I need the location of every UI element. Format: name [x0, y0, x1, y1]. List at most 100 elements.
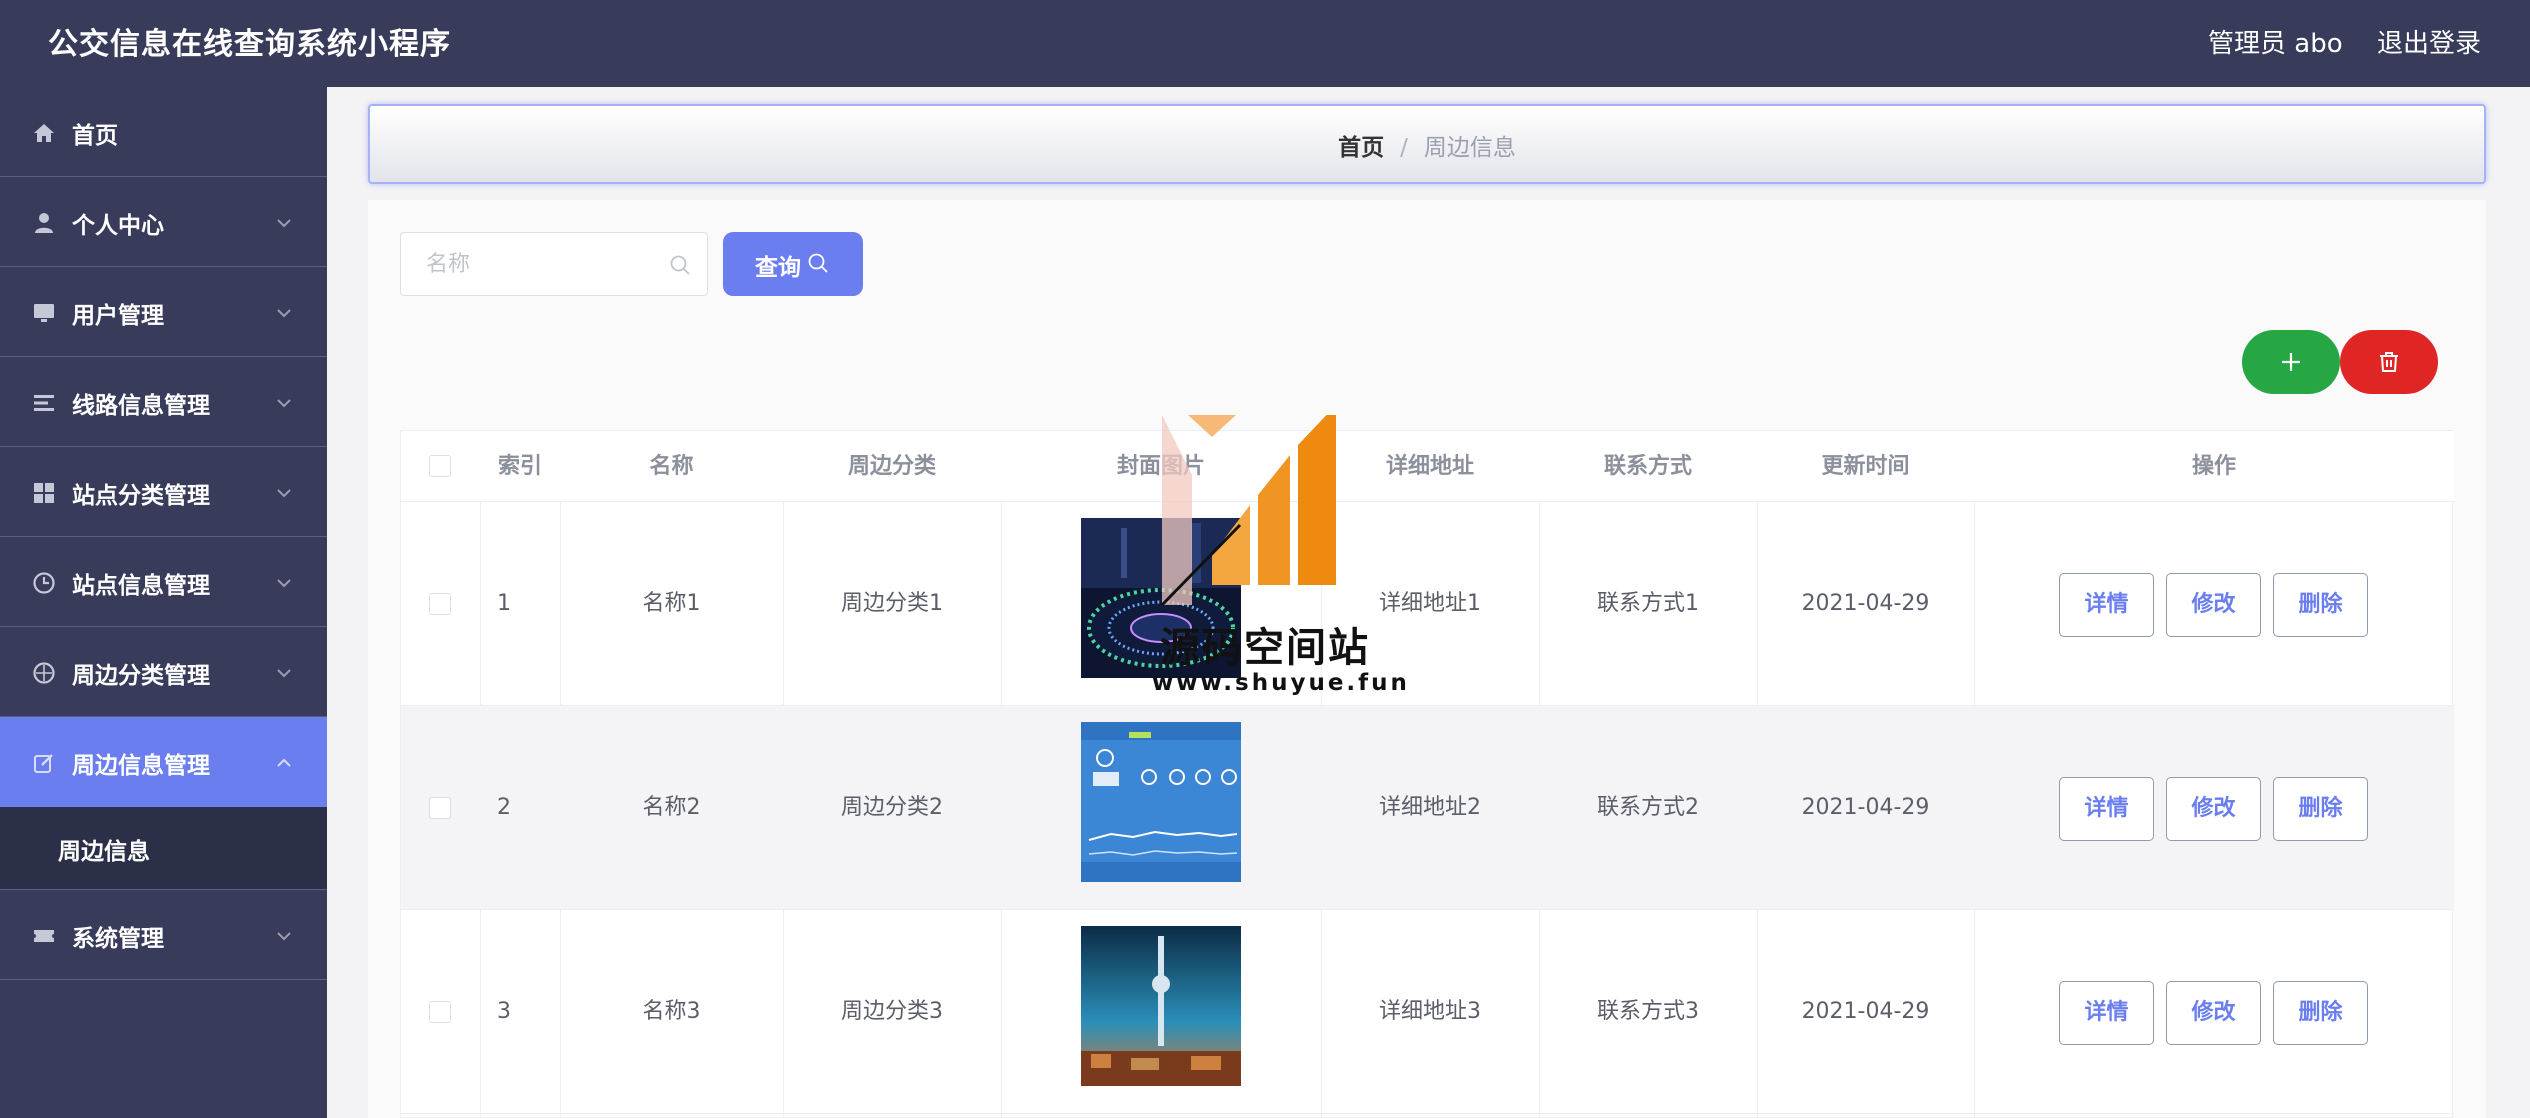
detail-button[interactable]: 详情: [2059, 777, 2154, 841]
detail-button[interactable]: 详情: [2059, 573, 2154, 637]
column-header-name: 名称: [649, 454, 694, 479]
cell-address: 详细地址2: [1379, 795, 1481, 820]
column-header-actions: 操作: [2191, 454, 2236, 479]
table-row: 2 名称2 周边分类2 详细地址2 联系方式2 2021-04-29 详情 修改: [401, 706, 2454, 910]
search-box: [400, 232, 708, 296]
row-checkbox[interactable]: [429, 797, 451, 819]
cell-address: 详细地址3: [1379, 999, 1481, 1024]
sidebar-item-user-management[interactable]: 用户管理: [0, 267, 327, 357]
sidebar-item-system-management[interactable]: 系统管理: [0, 890, 327, 980]
edit-button[interactable]: 修改: [2166, 777, 2261, 841]
current-user-label: 管理员 abo: [2208, 29, 2343, 59]
delete-button[interactable]: 删除: [2273, 981, 2368, 1045]
edit-button[interactable]: 修改: [2166, 981, 2261, 1045]
column-header-category: 周边分类: [847, 454, 936, 479]
data-table: 索引 名称 周边分类 封面图片 详细地址 联系方式 更新时间 操作 1 名称1 …: [400, 430, 2454, 1118]
sidebar-item-nearby-info[interactable]: 周边信息管理: [0, 717, 327, 807]
cell-index: 3: [497, 999, 511, 1024]
chevron-down-icon: [274, 663, 294, 683]
cell-index: 1: [497, 591, 511, 616]
sidebar-item-label: 首页: [72, 123, 118, 149]
query-button-label: 查询: [755, 255, 801, 281]
sidebar-item-station-info[interactable]: 站点信息管理: [0, 537, 327, 627]
cell-category: 周边分类1: [841, 591, 943, 616]
table-header: 索引 名称 周边分类 封面图片 详细地址 联系方式 更新时间 操作: [401, 431, 2454, 502]
sidebar-item-label: 站点分类管理: [72, 483, 210, 509]
query-button[interactable]: 查询: [723, 232, 863, 296]
sidebar-subitem-label: 周边信息: [58, 839, 150, 865]
grid-icon: [32, 481, 56, 505]
row-checkbox[interactable]: [429, 593, 451, 615]
watermark-text: 源码空间站: [1160, 625, 1370, 671]
select-all-checkbox[interactable]: [429, 455, 451, 477]
watermark-url: www.shuyue.fun: [1152, 670, 1410, 696]
column-header-updated: 更新时间: [1821, 454, 1910, 479]
sidebar-item-route-management[interactable]: 线路信息管理: [0, 357, 327, 447]
sidebar-item-label: 周边分类管理: [72, 663, 210, 689]
sidebar-item-personal-center[interactable]: 个人中心: [0, 177, 327, 267]
cell-name: 名称1: [642, 591, 701, 616]
chevron-down-icon: [274, 483, 294, 503]
detail-button[interactable]: 详情: [2059, 981, 2154, 1045]
sidebar: 首页 个人中心 用户管理 线路信息管理 站点分类管理 站点信息管理 周边分类管理…: [0, 87, 327, 1118]
ticket-icon: [32, 924, 56, 948]
search-icon: [807, 252, 829, 274]
plus-icon: [2282, 353, 2300, 371]
sidebar-item-station-category[interactable]: 站点分类管理: [0, 447, 327, 537]
sidebar-item-label: 个人中心: [72, 213, 164, 239]
cell-updated: 2021-04-29: [1801, 591, 1930, 616]
delete-button[interactable]: 删除: [2273, 573, 2368, 637]
cell-updated: 2021-04-29: [1801, 999, 1930, 1024]
cell-category: 周边分类2: [841, 795, 943, 820]
search-input[interactable]: [401, 233, 661, 295]
trash-icon: [2380, 352, 2398, 372]
clock-icon: [32, 571, 56, 595]
search-icon: [669, 254, 691, 276]
breadcrumb-current: 周边信息: [1423, 135, 1516, 161]
cell-index: 2: [497, 795, 511, 820]
chevron-down-icon: [274, 303, 294, 323]
edit-icon: [32, 751, 56, 775]
compass-icon: [32, 661, 56, 685]
app-title: 公交信息在线查询系统小程序: [48, 27, 451, 62]
sidebar-item-label: 周边信息管理: [72, 753, 210, 779]
chevron-down-icon: [274, 213, 294, 233]
monitor-icon: [32, 301, 56, 325]
table-row: 1 名称1 周边分类1 详细地址1 联系方式1 2021-04-29 详情 修改…: [401, 502, 2454, 706]
table-row: 3 名称3 周边分类3 详细地址3 联系方式3 2021-04-29 详情 修改…: [401, 910, 2454, 1114]
breadcrumb: 首页 / 周边信息: [368, 104, 2486, 184]
batch-delete-button[interactable]: [2340, 330, 2438, 394]
cell-contact: 联系方式2: [1597, 795, 1699, 820]
cover-image: [1081, 722, 1241, 882]
edit-button[interactable]: 修改: [2166, 573, 2261, 637]
sidebar-item-label: 站点信息管理: [72, 573, 210, 599]
sidebar-subitem-nearby-info[interactable]: 周边信息: [0, 807, 327, 890]
sidebar-item-nearby-category[interactable]: 周边分类管理: [0, 627, 327, 717]
sidebar-item-home[interactable]: 首页: [0, 87, 327, 177]
chevron-down-icon: [274, 573, 294, 593]
chevron-down-icon: [274, 926, 294, 946]
cell-contact: 联系方式1: [1597, 591, 1699, 616]
cell-contact: 联系方式3: [1597, 999, 1699, 1024]
chevron-down-icon: [274, 393, 294, 413]
breadcrumb-home[interactable]: 首页: [1338, 135, 1384, 161]
home-icon: [32, 121, 56, 145]
user-icon: [32, 211, 56, 235]
delete-button[interactable]: 删除: [2273, 777, 2368, 841]
column-header-cover: 封面图片: [1116, 454, 1205, 479]
sidebar-item-label: 线路信息管理: [72, 393, 210, 419]
column-header-index: 索引: [497, 454, 542, 479]
cell-name: 名称2: [642, 795, 701, 820]
cell-updated: 2021-04-29: [1801, 795, 1930, 820]
cell-category: 周边分类3: [841, 999, 943, 1024]
breadcrumb-separator: /: [1400, 135, 1408, 161]
cell-name: 名称3: [642, 999, 701, 1024]
sidebar-item-label: 用户管理: [72, 303, 164, 329]
row-checkbox[interactable]: [429, 1001, 451, 1023]
list-icon: [32, 391, 56, 415]
logout-link[interactable]: 退出登录: [2377, 23, 2481, 60]
chevron-up-icon: [274, 753, 294, 773]
column-header-address: 详细地址: [1385, 454, 1474, 479]
add-button[interactable]: [2242, 330, 2340, 394]
top-bar: 公交信息在线查询系统小程序 管理员 abo 退出登录: [0, 0, 2530, 87]
